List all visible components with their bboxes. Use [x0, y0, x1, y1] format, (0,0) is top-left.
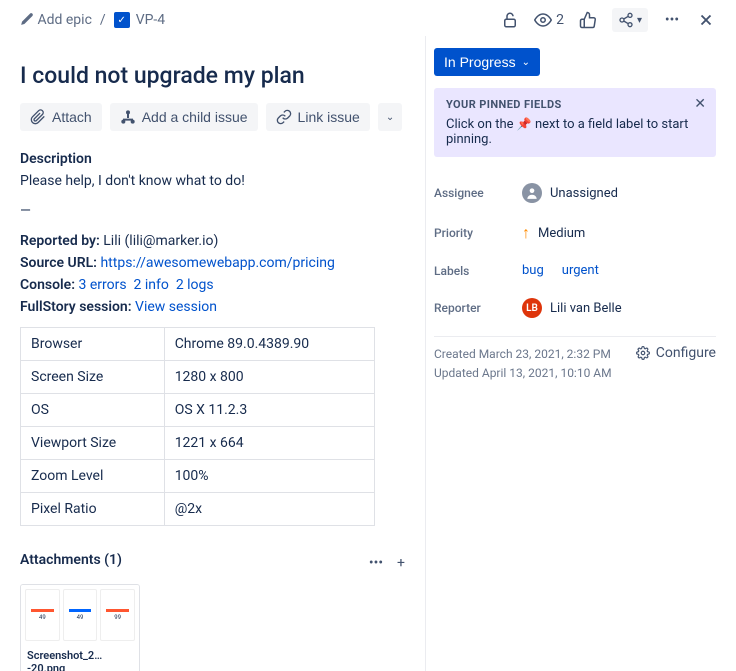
table-row: Pixel Ratio@2x [21, 493, 375, 526]
fullstory-line: FullStory session: View session [20, 299, 405, 315]
description-dash: — [20, 203, 405, 219]
console-errors-link[interactable]: 3 errors [79, 277, 127, 293]
link-issue-button[interactable]: Link issue [266, 103, 370, 131]
fullstory-link[interactable]: View session [135, 299, 217, 315]
assignee-field[interactable]: Assignee Unassigned [434, 173, 716, 213]
console-info-link[interactable]: 2 info [134, 277, 169, 293]
pinned-close-icon[interactable]: ✕ [694, 96, 706, 112]
reporter-field[interactable]: Reporter LBLili van Belle [434, 288, 716, 328]
share-button[interactable]: ▾ [612, 8, 648, 32]
table-row: Zoom Level100% [21, 460, 375, 493]
console-line: Console: 3 errors 2 info 2 logs [20, 277, 405, 293]
breadcrumb-separator: / [100, 12, 106, 28]
env-table: BrowserChrome 89.0.4389.90Screen Size128… [20, 327, 375, 526]
console-logs-link[interactable]: 2 logs [176, 277, 214, 293]
attachments-more-icon[interactable]: ••• [369, 555, 383, 571]
pinned-text: Click on the 📌 next to a field label to … [446, 117, 704, 147]
chevron-down-icon: ⌄ [386, 112, 394, 123]
labels-field[interactable]: Labels bugurgent [434, 253, 716, 288]
status-dropdown[interactable]: In Progress⌄ [434, 48, 540, 76]
chevron-down-icon: ▾ [637, 15, 642, 26]
label-tag[interactable]: bug [522, 263, 544, 278]
description-label: Description [20, 151, 405, 167]
like-icon[interactable] [578, 10, 598, 30]
pinned-fields-panel: ✕ YOUR PINNED FIELDS Click on the 📌 next… [434, 88, 716, 157]
avatar: LB [522, 298, 542, 318]
attachment-filename: Screenshot_2… -20.png [27, 649, 133, 671]
issue-key-link[interactable]: VP-4 [114, 12, 165, 28]
attachments-title: Attachments (1) [20, 552, 122, 568]
source-url-line: Source URL: https://awesomewebapp.com/pr… [20, 255, 405, 271]
breadcrumb: Add epic / VP-4 [20, 12, 165, 28]
reported-by-line: Reported by: Lili (lili@marker.io) [20, 233, 405, 249]
attach-button[interactable]: Attach [20, 103, 102, 131]
more-icon[interactable]: ••• [662, 10, 682, 30]
lock-icon[interactable] [500, 10, 520, 30]
avatar-icon [522, 183, 542, 203]
source-url-link[interactable]: https://awesomewebapp.com/pricing [100, 255, 334, 271]
watch-button[interactable]: 2 [534, 11, 564, 29]
issue-type-icon [114, 12, 130, 28]
attachment-preview: 49 49 99 [21, 585, 139, 645]
configure-button[interactable]: Configure [636, 345, 716, 361]
issue-title[interactable]: I could not upgrade my plan [20, 62, 405, 89]
header-actions: 2 ▾ ••• [500, 8, 716, 32]
priority-field[interactable]: Priority ↑Medium [434, 213, 716, 253]
table-row: Viewport Size1221 x 664 [21, 427, 375, 460]
add-child-button[interactable]: Add a child issue [110, 103, 258, 131]
label-tag[interactable]: urgent [562, 263, 599, 278]
add-epic-link[interactable]: Add epic [20, 12, 92, 28]
close-icon[interactable] [696, 10, 716, 30]
pinned-title: YOUR PINNED FIELDS [446, 98, 704, 111]
description-text[interactable]: Please help, I don't know what to do! [20, 173, 405, 189]
pin-icon: 📌 [517, 117, 532, 131]
table-row: BrowserChrome 89.0.4389.90 [21, 328, 375, 361]
attachments-add-icon[interactable]: + [397, 555, 405, 571]
table-row: OSOS X 11.2.3 [21, 394, 375, 427]
attachment-thumbnail[interactable]: 49 49 99 Screenshot_2… -20.png 23 Mar 20… [20, 584, 140, 671]
table-row: Screen Size1280 x 800 [21, 361, 375, 394]
link-dropdown-button[interactable]: ⌄ [378, 103, 402, 131]
priority-icon: ↑ [522, 223, 530, 243]
chevron-down-icon: ⌄ [522, 57, 530, 68]
